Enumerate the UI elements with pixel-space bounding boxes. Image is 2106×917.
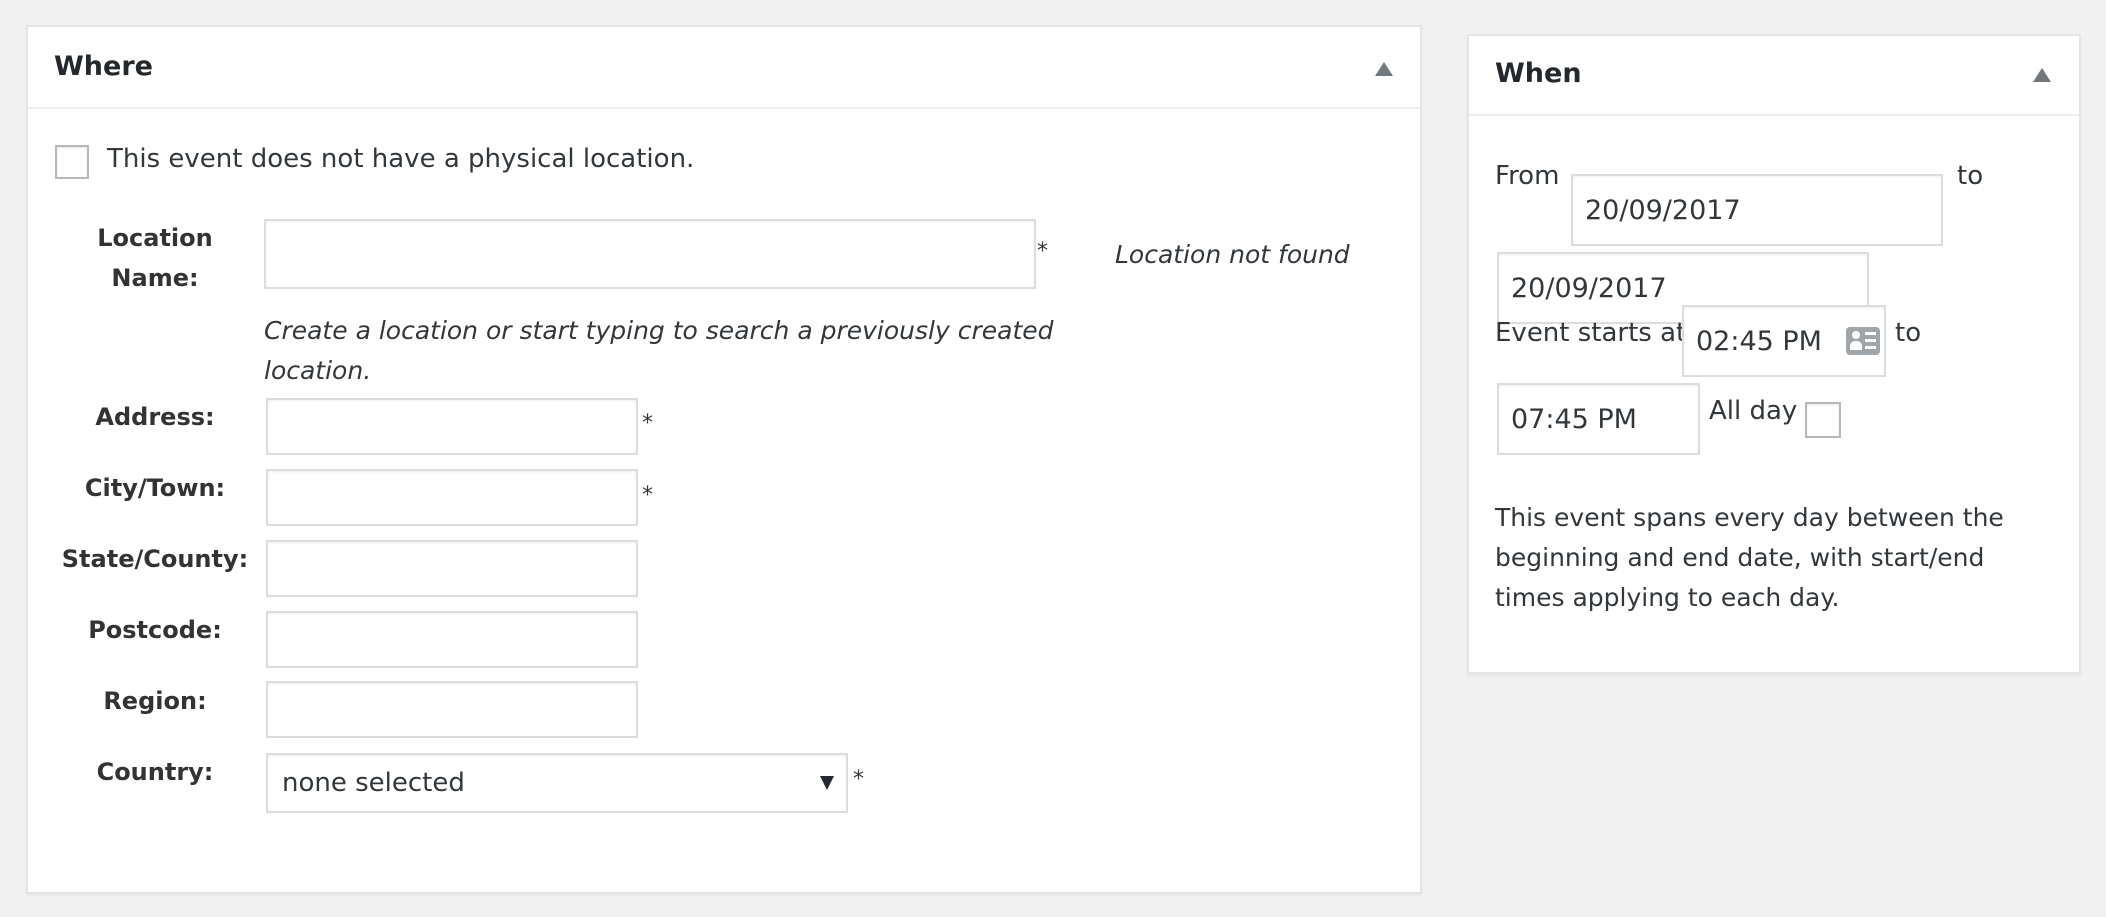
start-time-value: 02:45 PM xyxy=(1696,325,1822,357)
country-label: Country: xyxy=(96,758,214,786)
when-description-line3: times applying to each day. xyxy=(1495,583,1840,612)
where-panel-header[interactable]: Where xyxy=(28,27,1420,109)
location-name-label: Location Name: xyxy=(45,218,265,298)
where-panel: Where This event does not have a physica… xyxy=(26,25,1422,894)
country-select[interactable]: none selected xyxy=(266,753,848,813)
address-input[interactable] xyxy=(266,398,638,455)
location-name-help-text: Create a location or start typing to sea… xyxy=(264,311,1054,391)
region-input[interactable] xyxy=(266,681,638,738)
region-label: Region: xyxy=(103,687,207,715)
start-date-input[interactable]: 20/09/2017 xyxy=(1571,174,1943,246)
all-day-checkbox[interactable] xyxy=(1805,402,1841,438)
date-to-label: to xyxy=(1957,161,1984,191)
country-required-mark: * xyxy=(853,767,864,792)
location-name-help-line2: location. xyxy=(264,356,372,385)
country-selected-value: none selected xyxy=(282,768,465,798)
city-label: City/Town: xyxy=(84,474,226,502)
city-required-mark: * xyxy=(642,483,653,508)
where-panel-title: Where xyxy=(54,51,153,82)
chevron-down-icon xyxy=(820,776,834,790)
location-name-input[interactable] xyxy=(264,219,1036,289)
collapse-toggle-icon[interactable] xyxy=(2033,68,2051,82)
location-name-label-line2: Name: xyxy=(111,264,199,292)
state-input[interactable] xyxy=(266,540,638,597)
time-to-label: to xyxy=(1895,318,1922,348)
when-description-line2: beginning and end date, with start/end xyxy=(1495,543,1985,572)
no-physical-location-checkbox[interactable] xyxy=(55,145,89,179)
when-panel: When From 20/09/2017 to 20/09/2017 Event… xyxy=(1467,34,2081,674)
postcode-input[interactable] xyxy=(266,611,638,668)
starts-at-label: Event starts at xyxy=(1495,318,1687,348)
location-status-text: Location not found xyxy=(1115,240,1350,269)
when-description-line1: This event spans every day between the xyxy=(1495,503,2004,532)
location-name-label-line1: Location xyxy=(97,224,213,252)
address-required-mark: * xyxy=(642,411,653,436)
collapse-toggle-icon[interactable] xyxy=(1375,62,1393,76)
start-time-input[interactable]: 02:45 PM xyxy=(1682,305,1886,377)
location-name-help-line1: Create a location or start typing to sea… xyxy=(264,316,1054,345)
contact-card-icon[interactable] xyxy=(1846,327,1880,355)
from-label: From xyxy=(1495,161,1560,191)
no-physical-location-label: This event does not have a physical loca… xyxy=(107,144,695,174)
address-label: Address: xyxy=(95,403,215,431)
all-day-label: All day xyxy=(1709,396,1798,426)
when-panel-title: When xyxy=(1495,58,1582,89)
state-label: State/County: xyxy=(61,545,249,573)
end-time-input[interactable]: 07:45 PM xyxy=(1497,383,1700,455)
when-description: This event spans every day between the b… xyxy=(1495,498,2004,618)
when-panel-header[interactable]: When xyxy=(1469,36,2079,116)
postcode-label: Postcode: xyxy=(88,616,222,644)
city-input[interactable] xyxy=(266,469,638,526)
location-name-required-mark: * xyxy=(1037,239,1048,264)
